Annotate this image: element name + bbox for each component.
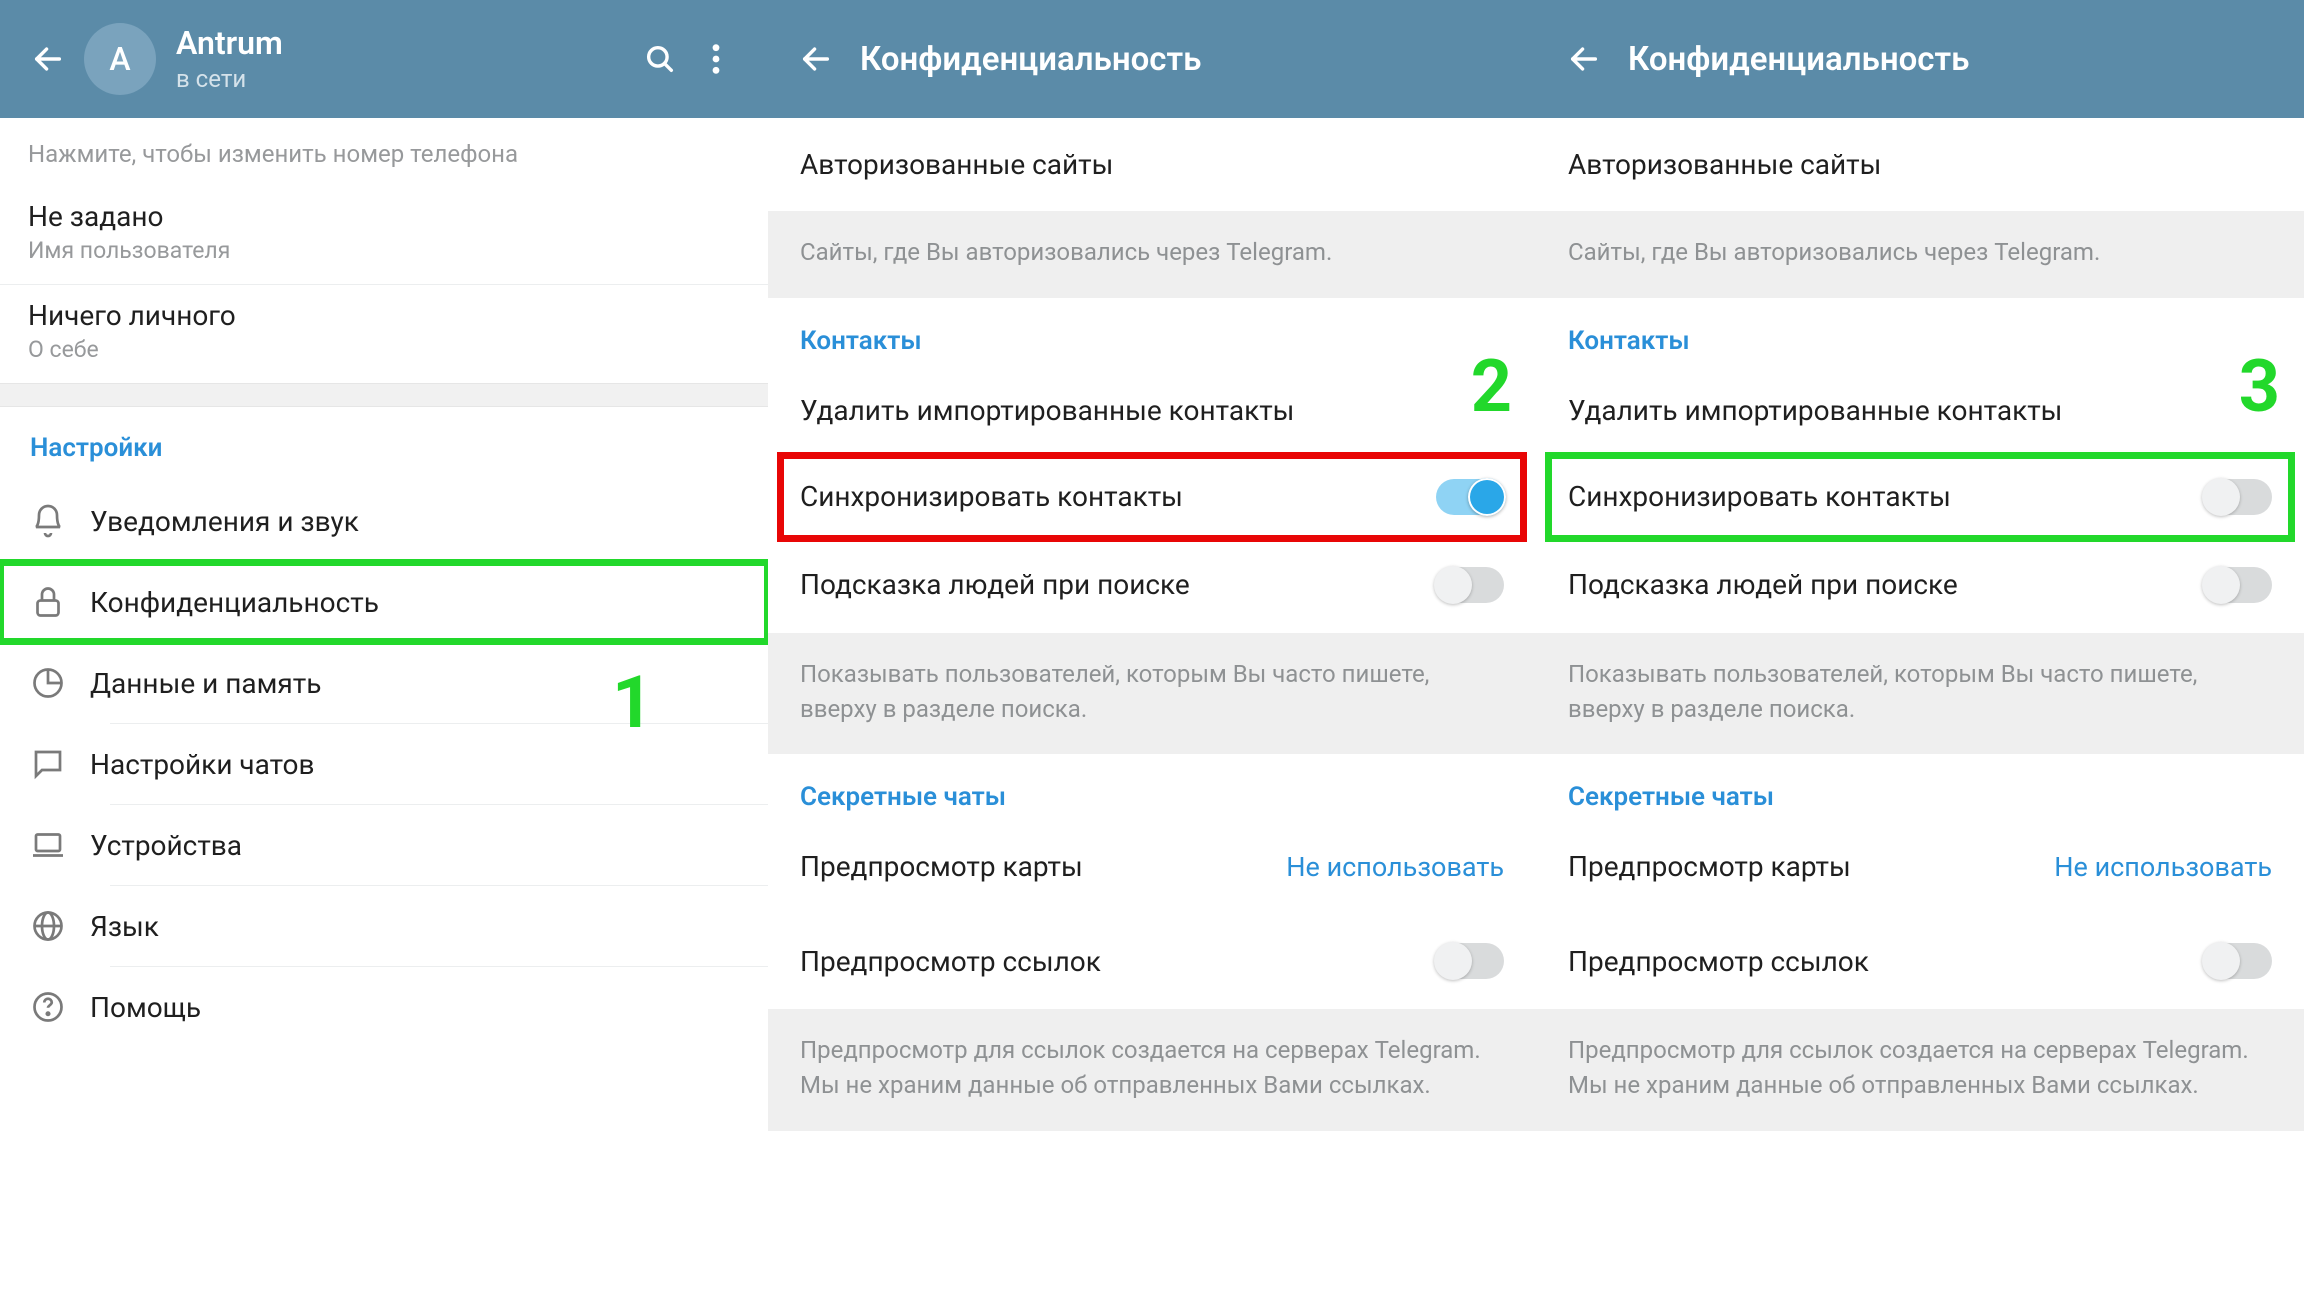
link-hint: Предпросмотр для ссылок создается на сер… [768,1009,1536,1131]
settings-item-language[interactable]: Язык [0,886,768,966]
settings-item-label: Язык [90,910,738,943]
section-gap [0,383,768,407]
avatar-initial: A [109,40,130,78]
settings-item-privacy[interactable]: Конфиденциальность [0,562,768,642]
secret-chats-header: Секретные чаты [1536,754,2304,820]
lock-icon [30,584,66,620]
link-preview-toggle[interactable] [1436,943,1504,979]
map-preview-row[interactable]: Предпросмотр карты Не использовать [768,820,1536,913]
row-label: Предпросмотр карты [1568,850,1851,883]
row-label: Авторизованные сайты [1568,148,1881,181]
row-label: Синхронизировать контакты [800,480,1183,513]
delete-contacts-row[interactable]: Удалить импортированные контакты [1536,364,2304,457]
row-value: Не использовать [2054,851,2272,883]
row-value: Не использовать [1286,851,1504,883]
arrow-left-icon [799,42,833,76]
chat-icon [30,746,66,782]
bio-value: Ничего личного [28,299,740,332]
suggest-people-row[interactable]: Подсказка людей при поиске [768,537,1536,633]
row-label: Подсказка людей при поиске [800,568,1190,601]
row-label: Предпросмотр карты [800,850,1083,883]
auth-sites-row[interactable]: Авторизованные сайты [1536,118,2304,211]
link-hint: Предпросмотр для ссылок создается на сер… [1536,1009,2304,1131]
suggest-people-row[interactable]: Подсказка людей при поиске [1536,537,2304,633]
header: A Antrum в сети [0,0,768,118]
settings-item-label: Устройства [90,829,738,862]
search-icon [643,42,677,76]
phone-hint[interactable]: Нажмите, чтобы изменить номер телефона [0,118,768,186]
suggest-hint: Показывать пользователей, которым Вы час… [1536,633,2304,755]
back-button[interactable] [792,35,840,83]
settings-item-label: Помощь [90,991,738,1024]
sync-contacts-row[interactable]: Синхронизировать контакты [1550,457,2290,537]
settings-item-label: Настройки чатов [90,748,738,781]
row-label: Авторизованные сайты [800,148,1113,181]
search-button[interactable] [632,31,688,87]
pie-icon [30,665,66,701]
back-button[interactable] [24,35,72,83]
laptop-icon [30,827,66,863]
link-preview-row[interactable]: Предпросмотр ссылок [1536,913,2304,1009]
settings-item-help[interactable]: Помощь [0,967,768,1047]
sync-contacts-toggle[interactable] [1436,479,1504,515]
secret-chats-header: Секретные чаты [768,754,1536,820]
auth-sites-hint: Сайты, где Вы авторизовались через Teleg… [768,211,1536,298]
contacts-header: Контакты [768,298,1536,364]
username-label: Имя пользователя [28,237,740,264]
sync-contacts-row[interactable]: Синхронизировать контакты [782,457,1522,537]
settings-section-title: Настройки [0,407,768,481]
row-label: Удалить импортированные контакты [1568,394,2062,427]
bio-label: О себе [28,336,740,363]
profile-status: в сети [176,65,632,94]
page-title: Конфиденциальность [860,40,1512,79]
profile-name: Antrum [176,24,632,62]
suggest-people-toggle[interactable] [2204,567,2272,603]
annotation-number: 2 [1471,344,1512,429]
sync-contacts-toggle[interactable] [2204,479,2272,515]
settings-item-label: Данные и память [90,667,738,700]
settings-item-label: Уведомления и звук [90,505,738,538]
panel-privacy-before: Конфиденциальность Авторизованные сайты … [768,0,1536,1312]
link-preview-toggle[interactable] [2204,943,2272,979]
row-label: Синхронизировать контакты [1568,480,1951,513]
contacts-header: Контакты [1536,298,2304,364]
back-button[interactable] [1560,35,1608,83]
suggest-hint: Показывать пользователей, которым Вы час… [768,633,1536,755]
row-label: Подсказка людей при поиске [1568,568,1958,601]
settings-item-devices[interactable]: Устройства [0,805,768,885]
help-icon [30,989,66,1025]
settings-item-notifications[interactable]: Уведомления и звук [0,481,768,561]
delete-contacts-row[interactable]: Удалить импортированные контакты [768,364,1536,457]
more-vert-icon [711,42,721,76]
settings-item-label: Конфиденциальность [90,586,738,619]
bell-icon [30,503,66,539]
panel-settings: A Antrum в сети Нажмите, чтобы изменить … [0,0,768,1312]
settings-item-data[interactable]: Данные и память [0,643,768,723]
map-preview-row[interactable]: Предпросмотр карты Не использовать [1536,820,2304,913]
annotation-number: 3 [2239,344,2280,429]
more-button[interactable] [688,31,744,87]
page-title: Конфиденциальность [1628,40,2280,79]
panel-privacy-after: Конфиденциальность Авторизованные сайты … [1536,0,2304,1312]
header: Конфиденциальность [768,0,1536,118]
globe-icon [30,908,66,944]
row-label: Предпросмотр ссылок [800,945,1101,978]
row-label: Предпросмотр ссылок [1568,945,1869,978]
header: Конфиденциальность [1536,0,2304,118]
settings-item-chats[interactable]: Настройки чатов [0,724,768,804]
avatar[interactable]: A [84,23,156,95]
username-field[interactable]: Не задано Имя пользователя [0,186,768,285]
auth-sites-row[interactable]: Авторизованные сайты [768,118,1536,211]
arrow-left-icon [1567,42,1601,76]
username-value: Не задано [28,200,740,233]
profile-name-block[interactable]: Antrum в сети [176,24,632,93]
bio-field[interactable]: Ничего личного О себе [0,285,768,383]
link-preview-row[interactable]: Предпросмотр ссылок [768,913,1536,1009]
suggest-people-toggle[interactable] [1436,567,1504,603]
auth-sites-hint: Сайты, где Вы авторизовались через Teleg… [1536,211,2304,298]
arrow-left-icon [31,42,65,76]
row-label: Удалить импортированные контакты [800,394,1294,427]
